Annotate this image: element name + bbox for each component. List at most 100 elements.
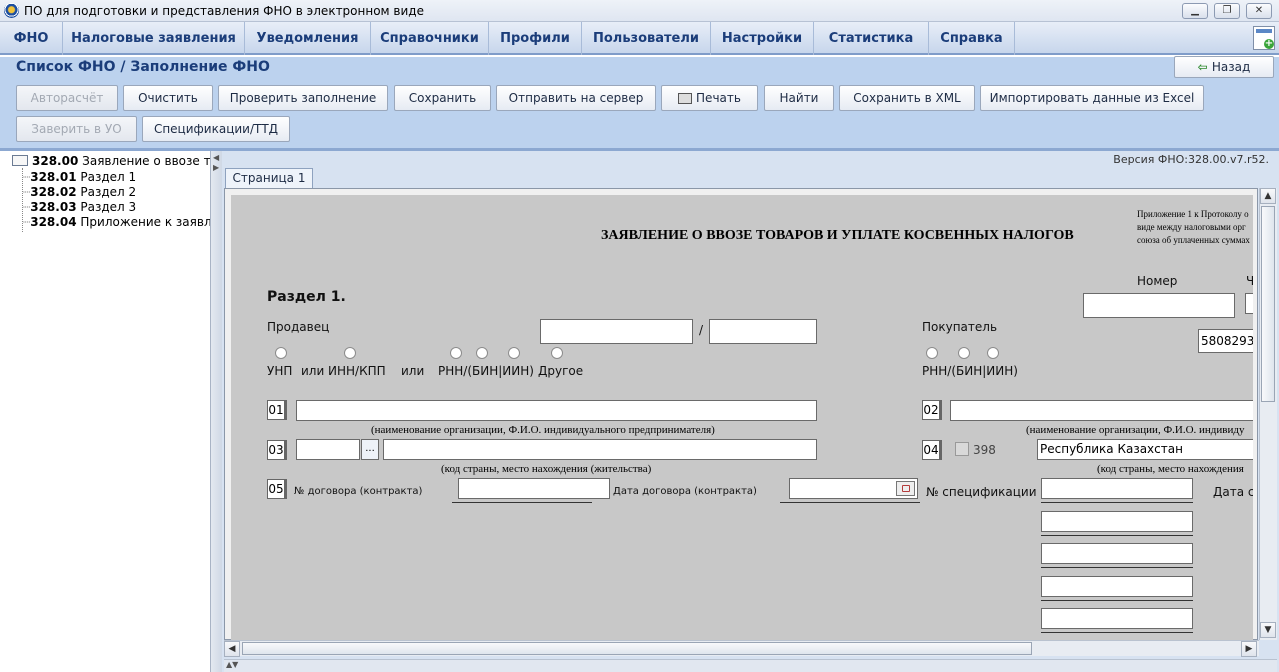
appendix-line: союза об уплаченных суммах <box>1137 235 1250 245</box>
arrow-left-icon: ⇦ <box>1197 60 1212 74</box>
buyer-label: Покупатель <box>922 320 998 334</box>
number-label-2: Чи <box>1246 274 1253 288</box>
buyer-name-input[interactable] <box>950 400 1253 421</box>
clear-button[interactable]: Очистить <box>123 85 213 111</box>
spec-underline <box>1041 600 1193 601</box>
radio-inn[interactable] <box>344 347 356 359</box>
scroll-left-icon[interactable]: ◀ <box>224 641 240 657</box>
print-button[interactable]: Печать <box>661 85 758 111</box>
contract-number-underline <box>452 502 592 503</box>
menu-item-references[interactable]: Справочники <box>371 22 489 55</box>
seller-id-input[interactable] <box>540 319 693 344</box>
number-input-2[interactable] <box>1245 293 1253 314</box>
expand-right-icon[interactable]: ▶ <box>213 163 219 172</box>
vertical-scrollbar[interactable]: ▲ ▼ <box>1259 188 1277 640</box>
field-number-05: 05 <box>267 479 287 499</box>
buyer-rnn-label: РНН/(БИН|ИИН) <box>922 364 1018 378</box>
bottom-splitter[interactable]: ▲▼ <box>224 659 1277 672</box>
buyer-id-input[interactable]: 580829301 <box>1198 329 1253 353</box>
country-checkbox[interactable] <box>955 442 969 456</box>
country-lookup-button[interactable]: ... <box>361 439 379 460</box>
menu-item-fno[interactable]: ФНО <box>0 22 63 55</box>
radio-rnn-1[interactable] <box>450 347 462 359</box>
radio-unp[interactable] <box>275 347 287 359</box>
tree-item-code: 328.02 <box>30 185 77 199</box>
scroll-right-icon[interactable]: ▶ <box>1241 641 1257 657</box>
spec-number-input-2[interactable] <box>1041 511 1193 532</box>
save-button[interactable]: Сохранить <box>394 85 491 111</box>
rnn-label: РНН/(БИН|ИИН) <box>438 364 534 378</box>
spec-underline <box>1041 502 1193 503</box>
menu-item-users[interactable]: Пользователи <box>582 22 711 55</box>
tree-item-root[interactable]: 328.00 Заявление о ввозе то <box>10 154 210 169</box>
tab-page-1[interactable]: Страница 1 <box>225 168 313 188</box>
radio-buyer-2[interactable] <box>958 347 970 359</box>
field-number-03: 03 <box>267 440 287 460</box>
collapse-up-icon[interactable]: ▲▼ <box>226 660 238 669</box>
autocalc-button[interactable]: Авторасчёт <box>16 85 118 111</box>
tree-item-label: Раздел 2 <box>80 185 137 199</box>
printer-icon <box>678 93 693 104</box>
certify-button[interactable]: Заверить в УО <box>16 116 137 142</box>
menu-item-help[interactable]: Справка <box>929 22 1015 55</box>
minimize-button[interactable]: ▁ <box>1182 3 1208 19</box>
tree-item-section-2[interactable]: ┈328.02 Раздел 2 <box>23 185 223 200</box>
form-tree: 328.00 Заявление о ввозе то ┈328.01 Разд… <box>10 151 216 672</box>
tree-item-section-3[interactable]: ┈328.03 Раздел 3 <box>23 200 223 215</box>
tree-item-section-1[interactable]: ┈328.01 Раздел 1 <box>23 170 223 185</box>
appendix-note: Приложение 1 к Протоколу о виде между на… <box>1137 208 1253 247</box>
check-filling-button[interactable]: Проверить заполнение <box>218 85 388 111</box>
seller-country-code-input[interactable] <box>296 439 360 460</box>
radio-buyer-1[interactable] <box>926 347 938 359</box>
menu-item-settings[interactable]: Настройки <box>711 22 814 55</box>
collapse-left-icon[interactable]: ◀ <box>213 153 219 162</box>
spec-number-input-1[interactable] <box>1041 478 1193 499</box>
send-to-server-button[interactable]: Отправить на сервер <box>496 85 656 111</box>
window-title-bar: ПО для подготовки и представления ФНО в … <box>0 0 1279 22</box>
form-version: Версия ФНО:328.00.v7.r52. <box>1113 153 1269 166</box>
number-label: Номер <box>1137 274 1178 288</box>
appendix-line: виде между налоговыми орг <box>1137 222 1246 232</box>
save-xml-button[interactable]: Сохранить в XML <box>839 85 975 111</box>
tree-item-appendix[interactable]: ┈328.04 Приложение к заявле <box>23 215 210 230</box>
menu-item-profiles[interactable]: Профили <box>489 22 582 55</box>
splitter[interactable]: ◀ ▶ <box>210 151 222 672</box>
menu-item-tax-applications[interactable]: Налоговые заявления <box>63 22 245 55</box>
seller-kpp-input[interactable] <box>709 319 817 344</box>
buyer-country-input[interactable]: Республика Казахстан <box>1037 439 1253 460</box>
seller-address-input[interactable] <box>383 439 817 460</box>
vertical-scroll-thumb[interactable] <box>1261 206 1275 402</box>
seller-name-input[interactable] <box>296 400 817 421</box>
buyer-country-code: 398 <box>973 443 996 457</box>
spec-number-label: № спецификации <box>926 485 1037 499</box>
spec-number-input-3[interactable] <box>1041 543 1193 564</box>
menu-item-notifications[interactable]: Уведомления <box>245 22 371 55</box>
spec-underline <box>1041 632 1193 633</box>
radio-other[interactable] <box>551 347 563 359</box>
calendar-icon[interactable] <box>896 481 915 496</box>
new-document-icon[interactable]: + <box>1253 26 1275 50</box>
contract-number-input[interactable] <box>458 478 610 499</box>
find-button[interactable]: Найти <box>764 85 834 111</box>
tree-item-code: 328.04 <box>30 215 77 229</box>
specifications-button[interactable]: Спецификации/ТТД <box>142 116 290 142</box>
import-excel-button[interactable]: Импортировать данные из Excel <box>980 85 1204 111</box>
number-input[interactable] <box>1083 293 1235 318</box>
back-button-label: Назад <box>1211 60 1251 74</box>
menu-item-statistics[interactable]: Статистика <box>814 22 929 55</box>
back-button[interactable]: ⇦ Назад <box>1174 56 1274 78</box>
form-panel: Версия ФНО:328.00.v7.r52. Страница 1 ЗАЯ… <box>222 151 1279 672</box>
radio-rnn-2[interactable] <box>476 347 488 359</box>
restore-button[interactable]: ❐ <box>1214 3 1240 19</box>
spec-number-input-5[interactable] <box>1041 608 1193 629</box>
scroll-up-icon[interactable]: ▲ <box>1260 188 1276 204</box>
spec-number-input-4[interactable] <box>1041 576 1193 597</box>
toolbar-area: Список ФНО / Заполнение ФНО ⇦ Назад Авто… <box>0 56 1279 151</box>
horizontal-scrollbar[interactable]: ◀ ▶ <box>224 640 1259 657</box>
radio-buyer-3[interactable] <box>987 347 999 359</box>
close-button[interactable]: ✕ <box>1246 3 1272 19</box>
appendix-line: Приложение 1 к Протоколу о <box>1137 209 1249 219</box>
scroll-down-icon[interactable]: ▼ <box>1260 622 1276 638</box>
radio-rnn-3[interactable] <box>508 347 520 359</box>
horizontal-scroll-thumb[interactable] <box>242 642 1032 655</box>
